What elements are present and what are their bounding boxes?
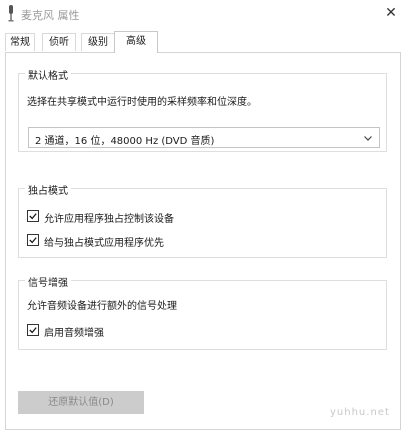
window-title: 麦克风 属性 (21, 9, 80, 22)
restore-defaults-button[interactable]: 还原默认值(D) (18, 391, 144, 414)
signal-enhancement-group: 信号增强 允许音频设备进行额外的信号处理 启用音频增强 (18, 274, 387, 350)
watermark: yuhhu.net (330, 407, 390, 418)
exclusive-mode-title: 独占模式 (25, 182, 71, 197)
enable-audio-enhancement-checkbox[interactable] (27, 324, 39, 336)
title-bar: 麦克风 属性 ✕ (0, 0, 408, 28)
checkmark-icon (29, 327, 37, 334)
sample-format-select[interactable]: 2 通道，16 位，48000 Hz (DVD 音质) (28, 127, 380, 148)
sample-format-value: 2 通道，16 位，48000 Hz (DVD 音质) (35, 136, 215, 147)
allow-exclusive-control-label: 允许应用程序独占控制该设备 (44, 214, 174, 225)
chevron-down-icon (364, 136, 372, 141)
default-format-group: 默认格式 选择在共享模式中运行时使用的采样频率和位深度。 2 通道，16 位，4… (18, 67, 387, 152)
tab-advanced[interactable]: 高级 (114, 31, 158, 53)
close-button[interactable]: ✕ (380, 3, 402, 23)
exclusive-priority-label: 给与独占模式应用程序优先 (44, 238, 164, 249)
tab-listen[interactable]: 侦听 (42, 33, 76, 51)
close-icon: ✕ (385, 5, 397, 21)
exclusive-mode-group: 独占模式 允许应用程序独占控制该设备 给与独占模式应用程序优先 (18, 182, 387, 258)
tab-levels[interactable]: 级别 (81, 33, 115, 51)
advanced-panel: 默认格式 选择在共享模式中运行时使用的采样频率和位深度。 2 通道，16 位，4… (5, 52, 401, 430)
microphone-icon (8, 5, 14, 22)
default-format-description: 选择在共享模式中运行时使用的采样频率和位深度。 (27, 97, 257, 108)
signal-enhancement-description: 允许音频设备进行额外的信号处理 (27, 301, 177, 312)
default-format-title: 默认格式 (25, 67, 71, 82)
checkmark-icon (29, 213, 37, 220)
checkmark-icon (29, 237, 37, 244)
exclusive-priority-checkbox[interactable] (27, 234, 39, 246)
signal-enhancement-title: 信号增强 (25, 274, 71, 289)
tab-general[interactable]: 常规 (5, 33, 35, 51)
enable-audio-enhancement-label: 启用音频增强 (44, 328, 104, 339)
allow-exclusive-control-checkbox[interactable] (27, 210, 39, 222)
